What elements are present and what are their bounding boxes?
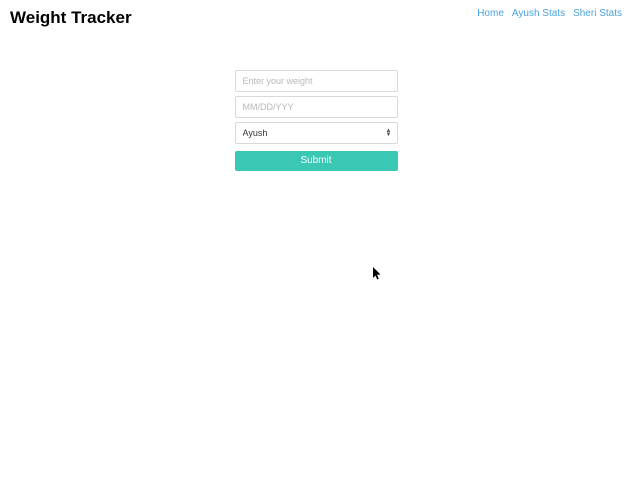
weight-form: Ayush ▲ ▼ Submit (235, 70, 398, 171)
nav-home[interactable]: Home (477, 8, 504, 19)
nav-sheri-stats[interactable]: Sheri Stats (573, 8, 622, 19)
submit-button[interactable]: Submit (235, 151, 398, 171)
person-select-wrapper: Ayush ▲ ▼ (235, 122, 398, 144)
weight-input[interactable] (235, 70, 398, 92)
nav-links: Home Ayush Stats Sheri Stats (477, 8, 622, 19)
person-select[interactable]: Ayush (235, 122, 398, 144)
header: Weight Tracker Home Ayush Stats Sheri St… (0, 0, 632, 28)
nav-ayush-stats[interactable]: Ayush Stats (512, 8, 565, 19)
cursor-icon (373, 267, 383, 281)
page-title: Weight Tracker (10, 8, 132, 28)
date-input[interactable] (235, 96, 398, 118)
